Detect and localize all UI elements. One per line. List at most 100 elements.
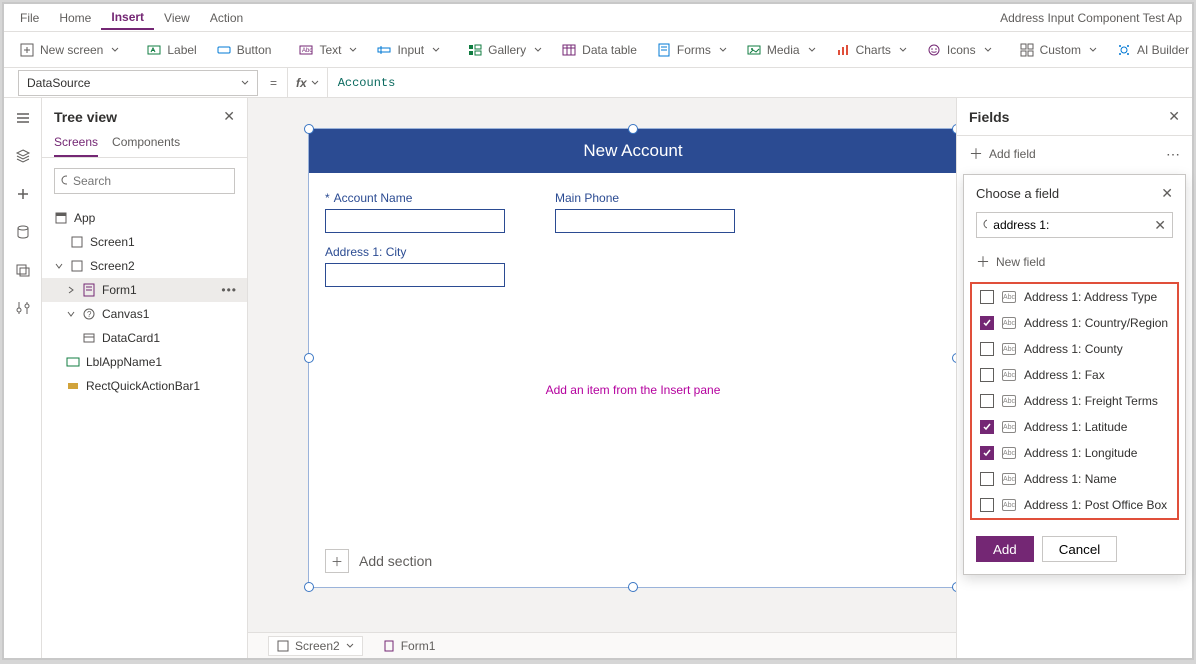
field-option[interactable]: AbcAddress 1: Longitude [972, 440, 1177, 466]
tree-node-lblappname[interactable]: LblAppName1 [42, 350, 247, 374]
choose-search[interactable]: ✕ [976, 212, 1173, 238]
field-option[interactable]: AbcAddress 1: County [972, 336, 1177, 362]
label-button[interactable]: Label [137, 39, 206, 61]
selection-handle[interactable] [628, 124, 638, 134]
checkbox[interactable] [980, 342, 994, 356]
field-option[interactable]: AbcAddress 1: Country/Region [972, 310, 1177, 336]
selection-handle[interactable] [304, 582, 314, 592]
icons-icon [927, 43, 941, 57]
menu-bar: File Home Insert View Action Address Inp… [4, 4, 1192, 32]
gallery-button[interactable]: Gallery [458, 39, 552, 61]
field-option[interactable]: AbcAddress 1: Fax [972, 362, 1177, 388]
field-option[interactable]: AbcAddress 1: Post Office Box [972, 492, 1177, 518]
selection-handle[interactable] [952, 582, 956, 592]
forms-button[interactable]: Forms [647, 39, 737, 61]
button-button[interactable]: Button [207, 39, 282, 61]
account-name-input[interactable] [325, 209, 505, 233]
main-phone-input[interactable] [555, 209, 735, 233]
field-option[interactable]: AbcAddress 1: Latitude [972, 414, 1177, 440]
plus-icon: ＋ [976, 252, 990, 272]
media-button[interactable]: Media [737, 39, 826, 61]
custom-button[interactable]: Custom [1010, 39, 1107, 61]
selection-handle[interactable] [952, 124, 956, 134]
more-icon[interactable]: ••• [221, 283, 243, 297]
tree-node-canvas1[interactable]: ?Canvas1 [42, 302, 247, 326]
selection-handle[interactable] [304, 124, 314, 134]
rail-tools[interactable] [9, 294, 37, 322]
tree-node-screen1[interactable]: Screen1 [42, 230, 247, 254]
menu-file[interactable]: File [10, 7, 49, 29]
new-screen-button[interactable]: New screen [10, 39, 129, 61]
checkbox[interactable] [980, 394, 994, 408]
field-main-phone: Main Phone [555, 191, 735, 233]
checkbox[interactable] [980, 446, 994, 460]
property-selector[interactable]: DataSource [18, 70, 258, 96]
choose-search-input[interactable] [993, 218, 1148, 232]
chevron-down-icon [111, 46, 119, 54]
new-field-button[interactable]: ＋ New field [964, 246, 1185, 278]
menu-action[interactable]: Action [200, 7, 253, 29]
add-button[interactable]: Add [976, 536, 1034, 562]
field-option-label: Address 1: Freight Terms [1024, 394, 1158, 408]
rail-insert[interactable] [9, 180, 37, 208]
tree-search[interactable] [54, 168, 235, 194]
tree-label: Form1 [102, 283, 137, 297]
checkbox[interactable] [980, 420, 994, 434]
more-icon[interactable]: ⋯ [1166, 146, 1180, 163]
input-label: Input [397, 43, 424, 57]
field-option[interactable]: AbcAddress 1: Address Type [972, 284, 1177, 310]
label-icon [147, 43, 161, 57]
text-button[interactable]: Abc Text [289, 39, 367, 61]
cancel-button[interactable]: Cancel [1042, 536, 1118, 562]
field-option-label: Address 1: County [1024, 342, 1123, 356]
checkbox[interactable] [980, 316, 994, 330]
chevron-down-icon[interactable] [346, 642, 354, 650]
menu-insert[interactable]: Insert [101, 6, 154, 30]
tree-node-rectquickactionbar[interactable]: RectQuickActionBar1 [42, 374, 247, 398]
chevron-right-icon[interactable] [66, 285, 76, 295]
add-section-button[interactable]: ＋ Add section [325, 549, 432, 573]
breadcrumb-screen2[interactable]: Screen2 [268, 636, 363, 656]
choose-close-button[interactable]: ✕ [1161, 185, 1173, 202]
chevron-down-icon[interactable] [54, 261, 64, 271]
checkbox[interactable] [980, 498, 994, 512]
choose-field-popup: Choose a field ✕ ✕ ＋ New field AbcAddres… [963, 174, 1186, 575]
checkbox[interactable] [980, 472, 994, 486]
field-option[interactable]: AbcAddress 1: Name [972, 466, 1177, 492]
input-button[interactable]: Input [367, 39, 450, 61]
address-city-input[interactable] [325, 263, 505, 287]
tree-close-button[interactable]: ✕ [223, 108, 235, 125]
tree-label: Screen1 [90, 235, 135, 249]
field-option[interactable]: AbcAddress 1: Freight Terms [972, 388, 1177, 414]
menu-view[interactable]: View [154, 7, 200, 29]
selection-handle[interactable] [628, 582, 638, 592]
ribbon: New screen Label Button Abc Text Input G… [4, 32, 1192, 68]
tab-screens[interactable]: Screens [54, 135, 98, 157]
formula-input[interactable]: Accounts [328, 68, 1192, 97]
tree-node-app[interactable]: App [42, 206, 247, 230]
checkbox[interactable] [980, 290, 994, 304]
clear-search-button[interactable]: ✕ [1154, 217, 1166, 234]
icons-button[interactable]: Icons [917, 39, 1002, 61]
fields-close-button[interactable]: ✕ [1168, 108, 1180, 125]
rail-hamburger[interactable] [9, 104, 37, 132]
chevron-down-icon[interactable] [66, 309, 76, 319]
tree-node-screen2[interactable]: Screen2 [42, 254, 247, 278]
add-field-button[interactable]: ＋ Add field [969, 144, 1036, 164]
data-table-button[interactable]: Data table [552, 39, 647, 61]
charts-button[interactable]: Charts [826, 39, 917, 61]
tab-components[interactable]: Components [112, 135, 180, 157]
rail-tree[interactable] [9, 142, 37, 170]
ai-builder-button[interactable]: AI Builder [1107, 39, 1196, 61]
fx-button[interactable]: fx [287, 68, 328, 97]
menu-home[interactable]: Home [49, 7, 101, 29]
chevron-down-icon [349, 46, 357, 54]
tree-search-input[interactable] [73, 174, 228, 188]
breadcrumb-form1[interactable]: Form1 [375, 637, 444, 655]
form-card[interactable]: New Account *Account Name Main Phone [308, 128, 956, 588]
checkbox[interactable] [980, 368, 994, 382]
rail-media[interactable] [9, 256, 37, 284]
tree-node-form1[interactable]: Form1 ••• [42, 278, 247, 302]
rail-data[interactable] [9, 218, 37, 246]
tree-node-datacard1[interactable]: DataCard1 [42, 326, 247, 350]
